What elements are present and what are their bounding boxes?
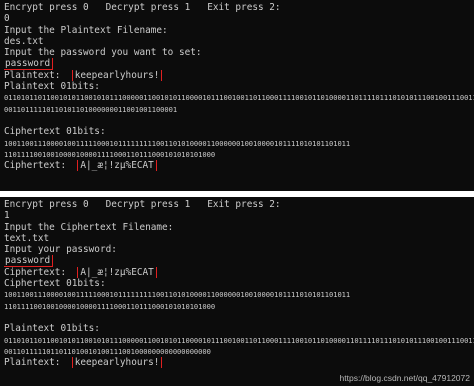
ciphertext-label: Ciphertext: <box>4 160 67 172</box>
cipher-bits-line: 1101111001001000010000111100011011100010… <box>4 301 216 311</box>
ciphertext-highlight: Ä|_æ¦!zµ%ËCÄT <box>77 160 157 172</box>
plain-bits-line: 0110101101100101011001010111000001100101… <box>4 93 474 103</box>
ciphertext-line: Ciphertext: Ä|_æ¦!zµ%ËCÄT <box>4 160 474 172</box>
plaintext-line: Plaintext: keepearlyhours! <box>4 357 474 369</box>
menu-line: Encrypt press 0 Decrypt press 1 Exit pre… <box>4 199 281 210</box>
cipher-bits-label: Ciphertext 01bits: <box>4 278 106 290</box>
cipher-bits-label: Ciphertext 01bits: <box>4 126 106 138</box>
plaintext-highlight: keepearlyhours! <box>71 69 163 82</box>
plaintext-line: Plaintext: keepearlyhours! <box>4 69 474 82</box>
plain-bits-label: Plaintext 01bits: <box>4 323 100 335</box>
menu-choice: 1 <box>4 210 10 222</box>
cipher-bits-line: 1001100111000010011111000101111111110011… <box>4 138 351 148</box>
menu-line: Encrypt press 0 Decrypt press 1 Exit pre… <box>4 2 281 13</box>
plain-bits-line: 0011011111011010110100000001100100110000… <box>4 104 178 114</box>
ciphertext-label: Ciphertext: <box>4 266 67 278</box>
watermark-url: https://blog.csdn.net/qq_47912072 <box>339 373 470 383</box>
filename-prompt: Input the Plaintext Filename: <box>4 24 168 36</box>
password-prompt: Input your password: <box>4 244 117 256</box>
filename-value: text.txt <box>4 232 50 244</box>
terminal-window-encrypt[interactable]: Encrypt press 0 Decrypt press 1 Exit pre… <box>0 0 474 191</box>
filename-prompt: Input the Ciphertext Filename: <box>4 221 174 233</box>
password-line: password <box>4 255 474 267</box>
menu-choice: 0 <box>4 13 10 25</box>
plain-bits-line: 0110101101100101011001010111000001100101… <box>4 335 474 345</box>
ciphertext-highlight: Ä|_æ¦!zµ%ËCÄT <box>77 266 157 279</box>
password-prompt: Input the password you want to set: <box>4 47 202 59</box>
plain-bits-label: Plaintext 01bits: <box>4 81 100 93</box>
password-highlight: password <box>4 255 54 267</box>
cipher-bits-line: 1101111001001000010000111100011011100010… <box>4 149 216 159</box>
terminal-window-decrypt[interactable]: Encrypt press 0 Decrypt press 1 Exit pre… <box>0 197 474 386</box>
plaintext-label: Plaintext: <box>4 357 61 369</box>
plaintext-label: Plaintext: <box>4 69 61 81</box>
plaintext-highlight: keepearlyhours! <box>71 357 163 369</box>
password-highlight: password <box>4 58 54 70</box>
filename-value: des.txt <box>4 35 44 47</box>
ciphertext-line: Ciphertext: Ä|_æ¦!zµ%ËCÄT <box>4 266 474 279</box>
plain-bits-line: 0011011111011011010010100111001000000000… <box>4 346 211 356</box>
cipher-bits-line: 1001100111000010011111000101111111110011… <box>4 290 351 300</box>
password-line: password <box>4 58 474 70</box>
